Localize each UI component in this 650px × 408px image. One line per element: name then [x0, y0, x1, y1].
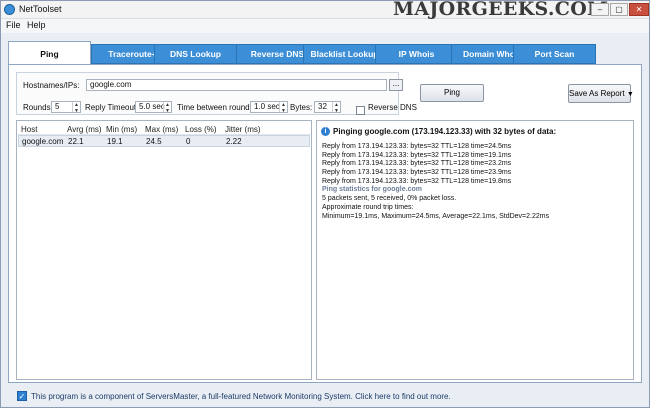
column-header-max[interactable]: Max (ms) — [145, 125, 178, 134]
window-title: NetToolset — [19, 4, 62, 14]
between-rounds-spinner[interactable]: ▲ ▼ — [279, 102, 287, 112]
cell-avrg: 22.1 — [68, 137, 84, 146]
cell-jitter: 2.22 — [226, 137, 242, 146]
between-rounds-label: Time between rounds: — [177, 103, 256, 112]
save-report-button[interactable]: Save As Report ▼ — [568, 84, 634, 103]
bytes-value: 32 — [318, 102, 327, 111]
tab-strip: Ping Traceroute+ DNS Lookup Reverse DNS … — [1, 41, 649, 65]
output-line: Reply from 173.194.123.33: bytes=32 TTL=… — [322, 151, 512, 159]
output-line: Reply from 173.194.123.33: bytes=32 TTL=… — [322, 160, 512, 168]
hostnames-input[interactable]: google.com — [86, 79, 387, 91]
rounds-input[interactable]: 5 ▲ ▼ — [51, 101, 81, 113]
column-header-min[interactable]: Min (ms) — [106, 125, 137, 134]
reply-timeout-input[interactable]: 5.0 sec ▲ ▼ — [135, 101, 172, 113]
reply-timeout-value: 5.0 sec — [139, 102, 165, 111]
cell-max: 24.5 — [146, 137, 162, 146]
maximize-button[interactable]: ▢ — [610, 3, 628, 16]
bytes-label: Bytes: — [290, 103, 313, 112]
app-window: NetToolset MAJORGEEKS.COM – ▢ ✕ File Hel… — [0, 0, 650, 408]
ping-output-panel[interactable]: i Pinging google.com (173.194.123.33) wi… — [316, 120, 634, 380]
output-line: Reply from 173.194.123.33: bytes=32 TTL=… — [322, 143, 512, 150]
cell-min: 19.1 — [107, 137, 123, 146]
menu-file[interactable]: File — [6, 20, 21, 30]
between-rounds-value: 1.0 sec — [254, 102, 280, 111]
output-lines: Reply from 173.194.123.33: bytes=32 TTL=… — [322, 143, 630, 221]
ping-panel: Hostnames/IPs: google.com ... Rounds: 5 … — [8, 64, 642, 383]
tab-ip-whois[interactable]: IP Whois — [375, 44, 458, 64]
tab-dns-lookup[interactable]: DNS Lookup — [154, 44, 237, 64]
output-line: Minimum=19.1ms, Maximum=24.5ms, Average=… — [322, 212, 550, 220]
table-header: Host Avrg (ms) Min (ms) Max (ms) Loss (%… — [17, 121, 311, 135]
checkmark-icon[interactable]: ✓ — [17, 391, 27, 401]
table-row[interactable]: google.com 22.1 19.1 24.5 0 2.22 — [18, 135, 310, 147]
footer-bar: ✓ This program is a component of Servers… — [1, 387, 649, 407]
menu-help[interactable]: Help — [27, 20, 46, 30]
ping-button[interactable]: Ping — [420, 84, 484, 102]
output-line: 5 packets sent, 5 received, 0% packet lo… — [322, 195, 457, 203]
bytes-input[interactable]: 32 ▲ ▼ — [314, 101, 341, 113]
rounds-spinner[interactable]: ▲ ▼ — [72, 102, 80, 112]
cell-host: google.com — [22, 137, 64, 146]
servers-master-link[interactable]: This program is a component of ServersMa… — [31, 392, 451, 401]
reverse-dns-label: Reverse DNS — [368, 103, 417, 112]
results-table[interactable]: Host Avrg (ms) Min (ms) Max (ms) Loss (%… — [16, 120, 312, 380]
output-line: Approximate round trip times: — [322, 203, 414, 211]
tab-blacklist-lookup[interactable]: Blacklist Lookup — [303, 44, 386, 64]
info-icon: i — [321, 127, 330, 136]
close-button[interactable]: ✕ — [629, 3, 649, 16]
output-line: Reply from 173.194.123.33: bytes=32 TTL=… — [322, 177, 512, 185]
ping-settings: Hostnames/IPs: google.com ... Rounds: 5 … — [16, 72, 417, 115]
column-header-jitter[interactable]: Jitter (ms) — [225, 125, 261, 134]
hostnames-label: Hostnames/IPs: — [23, 81, 80, 90]
rounds-value: 5 — [55, 102, 60, 111]
menu-bar: File Help — [1, 19, 649, 33]
bytes-spinner[interactable]: ▲ ▼ — [332, 102, 340, 112]
output-header: Pinging google.com (173.194.123.33) with… — [333, 127, 557, 136]
reply-timeout-label: Reply Timeout: — [85, 103, 139, 112]
between-rounds-input[interactable]: 1.0 sec ▲ ▼ — [250, 101, 288, 113]
globe-icon — [4, 4, 15, 15]
browse-button[interactable]: ... — [389, 79, 403, 91]
output-line: Reply from 173.194.123.33: bytes=32 TTL=… — [322, 169, 512, 177]
save-report-label: Save As Report — [569, 89, 625, 98]
title-bar: NetToolset MAJORGEEKS.COM – ▢ ✕ — [1, 0, 649, 20]
reply-timeout-spinner[interactable]: ▲ ▼ — [163, 102, 171, 112]
tab-ping[interactable]: Ping — [8, 41, 91, 65]
output-statistics-heading: Ping statistics for google.com — [322, 186, 422, 194]
column-header-loss[interactable]: Loss (%) — [185, 125, 217, 134]
minimize-button[interactable]: – — [591, 3, 609, 16]
tab-port-scan[interactable]: Port Scan — [513, 44, 596, 64]
reverse-dns-checkbox[interactable] — [356, 106, 365, 115]
watermark-logo: MAJORGEEKS.COM — [393, 0, 609, 20]
rounds-label: Rounds: — [23, 103, 53, 112]
column-header-avrg[interactable]: Avrg (ms) — [67, 125, 102, 134]
cell-loss: 0 — [186, 137, 191, 146]
column-header-host[interactable]: Host — [21, 125, 37, 134]
triangle-down-icon: ▼ — [626, 91, 634, 98]
